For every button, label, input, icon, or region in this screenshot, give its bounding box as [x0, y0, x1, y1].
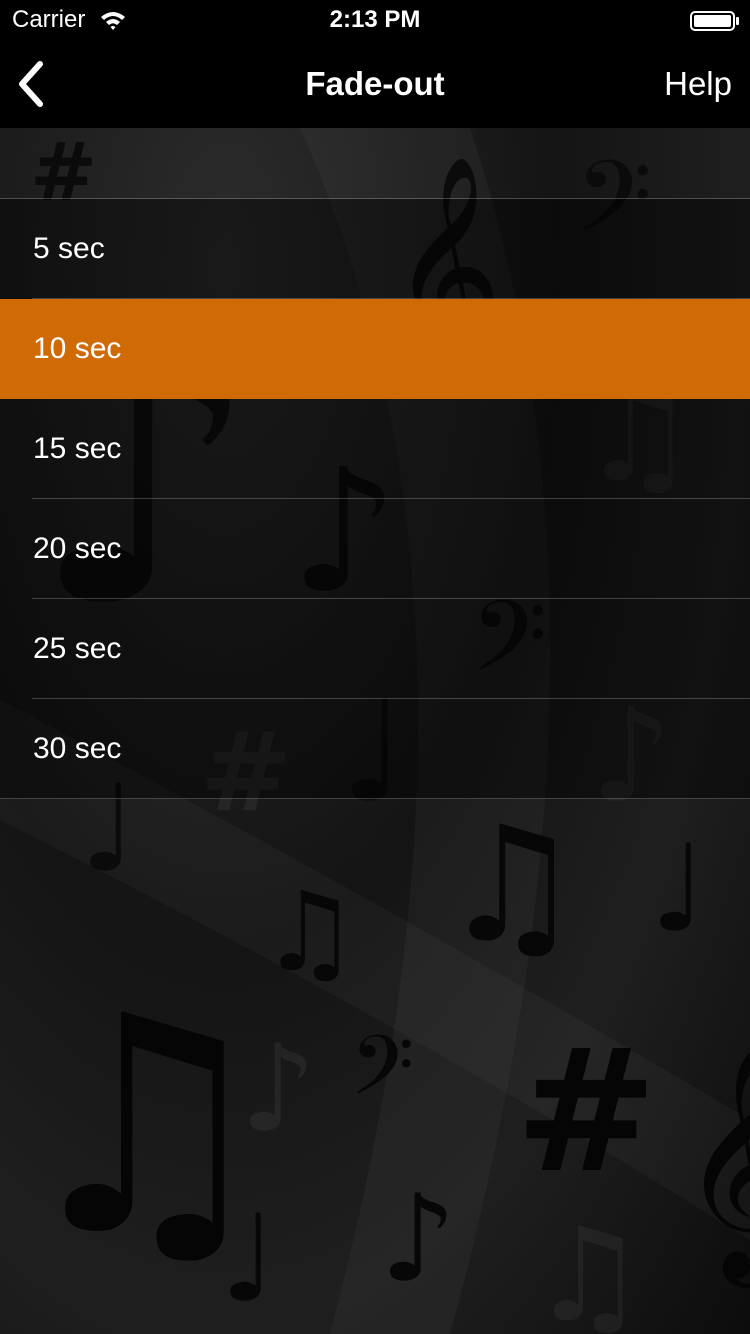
- svg-text:♪: ♪: [380, 1170, 457, 1309]
- option-label: 25 sec: [33, 632, 122, 665]
- fade-option-15-sec[interactable]: 15 sec: [0, 399, 750, 499]
- fade-out-options-list: 5 sec 10 sec 15 sec 20 sec 25 sec 30 sec: [0, 198, 750, 799]
- fade-option-30-sec[interactable]: 30 sec: [0, 699, 750, 799]
- svg-text:#: #: [515, 1013, 657, 1211]
- svg-text:♫: ♫: [530, 1199, 647, 1334]
- page-title: Fade-out: [305, 65, 445, 102]
- option-label: 15 sec: [33, 432, 122, 465]
- fade-option-5-sec[interactable]: 5 sec: [0, 199, 750, 299]
- navigation-bar: Fade-out Help: [0, 40, 750, 128]
- screen: # 𝄞 𝄢 ♪ ♪ 𝄢 ♫ # ♩ ♪ ♩ ♫ ♫ ♩ ♫ ♪ 𝄢 # 𝄞 ♪ …: [0, 0, 750, 1334]
- option-label: 5 sec: [33, 232, 105, 265]
- fade-option-20-sec[interactable]: 20 sec: [0, 499, 750, 599]
- svg-text:𝄞: 𝄞: [680, 1045, 750, 1288]
- status-bar: Carrier 2:13 PM: [0, 0, 750, 40]
- status-time: 2:13 PM: [329, 6, 421, 33]
- svg-text:♫: ♫: [440, 791, 583, 978]
- option-label: 10 sec: [33, 332, 122, 365]
- fade-option-25-sec[interactable]: 25 sec: [0, 599, 750, 699]
- fade-option-10-sec[interactable]: 10 sec: [0, 299, 750, 399]
- svg-text:♩: ♩: [650, 820, 707, 959]
- svg-text:♩: ♩: [220, 1190, 277, 1329]
- option-label: 20 sec: [33, 532, 122, 565]
- option-label: 30 sec: [33, 732, 122, 765]
- help-button[interactable]: Help: [664, 64, 732, 104]
- svg-text:𝄢: 𝄢: [350, 1017, 414, 1134]
- svg-text:♪: ♪: [240, 1020, 317, 1159]
- battery-icon: [690, 11, 739, 31]
